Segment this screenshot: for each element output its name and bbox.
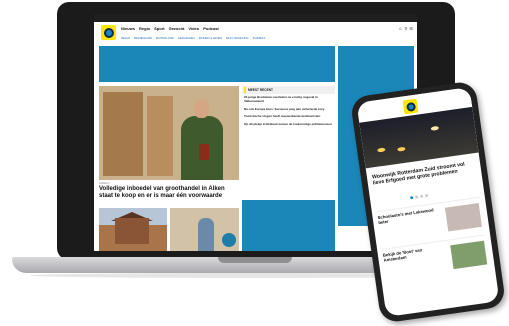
nav-item-video[interactable]: Video: [188, 26, 199, 31]
car-light-graphic: [377, 147, 386, 153]
ad-banner[interactable]: [99, 46, 335, 82]
nav-item-sport[interactable]: Sport: [154, 26, 164, 31]
shelf-graphic: [103, 92, 143, 176]
list-item[interactable]: Toeristische vlogen heeft meewerkende ke…: [244, 114, 333, 119]
list-item-text: Na ook Europa keus: Europese weg aan ver…: [244, 106, 325, 111]
person-head-graphic: [194, 100, 209, 118]
recent-list: 22-jarige Bredaman overleden na ernstig …: [242, 94, 335, 133]
laptop-notch: [218, 257, 292, 263]
house-graphic: [115, 218, 149, 244]
video-badge-icon: [222, 233, 236, 247]
carousel-dot[interactable]: [410, 196, 414, 200]
list-item-text: Op dit plekje in Brabant wonen de toekom…: [244, 122, 332, 127]
card-image: [444, 202, 482, 232]
subnav-item[interactable]: Buitenland: [156, 36, 174, 40]
device-mockup: Nieuws Regio Sport Gezocht Video Podcast…: [0, 0, 509, 326]
list-item-text: Toeristische vlogen heeft meewerkende ke…: [244, 114, 321, 119]
subnav-item[interactable]: Geldzaken: [178, 36, 195, 40]
menu-icon[interactable]: ☰: [409, 26, 413, 31]
subnav-item[interactable]: Puzzels: [253, 36, 266, 40]
site-logo[interactable]: [101, 25, 116, 40]
carousel-dots[interactable]: [410, 193, 429, 200]
card-title: Schoolauto's met Lakewood beter: [377, 207, 434, 226]
carousel-dot[interactable]: [415, 195, 419, 199]
header-icons: ☺ ⚲ ☰: [398, 26, 413, 31]
nav-item-regio[interactable]: Regio: [139, 26, 150, 31]
nav-item-nieuws[interactable]: Nieuws: [121, 26, 135, 31]
recent-title: MEEST RECENT: [248, 88, 273, 92]
subnav-item[interactable]: Regio: [121, 36, 130, 40]
top-utility-bar: [94, 14, 417, 22]
car-light-graphic: [397, 146, 406, 152]
sub-navigation: Regio Binnenland Buitenland Geldzaken Wo…: [121, 36, 265, 40]
hero-image[interactable]: [99, 86, 239, 180]
nav-item-podcast[interactable]: Podcast: [203, 26, 219, 31]
logo-mark-icon: [405, 101, 416, 112]
shelf-graphic: [147, 96, 173, 176]
list-item[interactable]: 22-jarige Bredaman overleden na ernstig …: [244, 95, 333, 104]
mobile-website: Woonwijk Rotterdam Zuid stroomt vol liev…: [356, 87, 500, 317]
main-navigation: Nieuws Regio Sport Gezocht Video Podcast: [121, 26, 219, 31]
article-kicker: ALMELO: [99, 182, 110, 185]
carousel-dot[interactable]: [419, 194, 424, 199]
street-light-graphic: [430, 125, 440, 131]
subnav-item[interactable]: Wonen & Leven: [199, 36, 222, 40]
bottle-graphic: [199, 144, 209, 160]
card-image: [450, 240, 488, 270]
article-thumbnail[interactable]: [170, 208, 239, 251]
phone-device: Woonwijk Rotterdam Zuid stroomt vol liev…: [349, 80, 507, 324]
search-icon[interactable]: ⚲: [404, 26, 407, 31]
ad-block[interactable]: [242, 200, 335, 251]
nav-item-gezocht[interactable]: Gezocht: [169, 26, 185, 31]
list-item[interactable]: Na ook Europa keus: Europese weg aan ver…: [244, 106, 333, 112]
subnav-item[interactable]: Binnenland: [134, 36, 152, 40]
article-headline[interactable]: Volledige inboedel van groothandel in Al…: [99, 186, 239, 200]
logo-mark-icon: [103, 27, 114, 38]
user-icon[interactable]: ☺: [398, 26, 402, 31]
recent-header: MEEST RECENT: [242, 86, 335, 94]
carousel-dot[interactable]: [424, 193, 429, 198]
person-graphic: [198, 218, 214, 251]
list-item[interactable]: Op dit plekje in Brabant wonen de toekom…: [244, 122, 333, 127]
card-title: Bekijk de 'Boot' van Amsterdam: [382, 247, 423, 263]
article-thumbnail[interactable]: [99, 208, 167, 251]
mobile-logo[interactable]: [402, 98, 419, 115]
recent-news-panel: MEEST RECENT 22-jarige Bredaman overlede…: [242, 86, 335, 210]
subnav-item[interactable]: Mijn Omgeving: [226, 36, 249, 40]
list-item-text: 22-jarige Bredaman overleden na ernstig …: [244, 95, 318, 103]
accent-bar: [244, 87, 246, 93]
